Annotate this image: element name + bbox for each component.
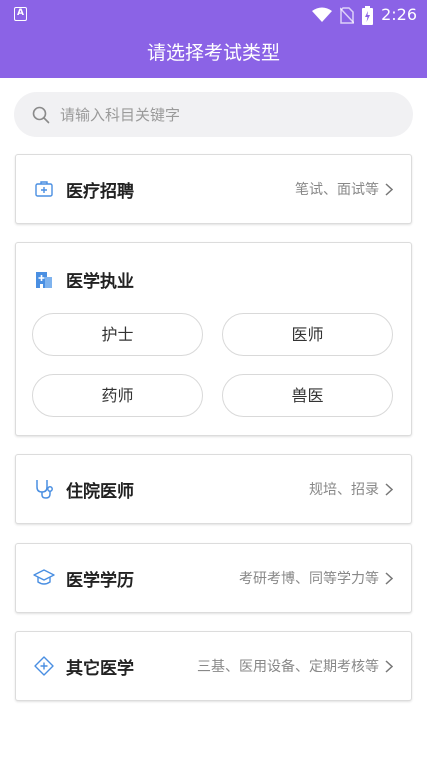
clock: 2:26: [381, 5, 417, 24]
search-icon: [32, 106, 50, 123]
category-medical-practice: 医学执业 护士 医师 药师 兽医: [15, 242, 412, 436]
category-subtitle: 考研考博、同等学力等: [239, 571, 379, 587]
category-subtitle: 三基、医用设备、定期考核等: [197, 659, 379, 675]
medical-diamond-icon: [32, 654, 56, 678]
category-title: 其它医学: [66, 658, 134, 679]
battery-charging-icon: [362, 5, 374, 25]
chevron-right-icon: [385, 571, 397, 585]
status-icons: 2:26: [312, 4, 417, 26]
option-physician-button[interactable]: 医师: [222, 313, 393, 356]
category-subtitle: 笔试、面试等: [295, 182, 379, 198]
category-title: 医学执业: [66, 271, 134, 292]
search-placeholder: 请输入科目关键字: [60, 106, 181, 124]
category-subtitle: 规培、招录: [309, 482, 379, 498]
chevron-right-icon: [385, 659, 397, 673]
category-medical-education[interactable]: 医学学历 考研考博、同等学力等: [15, 543, 412, 613]
option-veterinarian-button[interactable]: 兽医: [222, 374, 393, 417]
practice-options: 护士 医师 药师 兽医: [16, 313, 411, 417]
category-title: 医学学历: [66, 570, 134, 591]
stethoscope-icon: [32, 477, 56, 501]
app-notification-icon: A: [14, 7, 27, 21]
chevron-right-icon: [385, 482, 397, 496]
category-title: 住院医师: [66, 481, 134, 502]
category-other-medical[interactable]: 其它医学 三基、医用设备、定期考核等: [15, 631, 412, 701]
category-resident-physician[interactable]: 住院医师 规培、招录: [15, 454, 412, 524]
search-input[interactable]: 请输入科目关键字: [14, 92, 413, 137]
category-title: 医疗招聘: [66, 181, 134, 202]
option-pharmacist-button[interactable]: 药师: [32, 374, 203, 417]
wifi-icon: [312, 7, 333, 22]
option-nurse-button[interactable]: 护士: [32, 313, 203, 356]
category-medical-recruitment[interactable]: 医疗招聘 笔试、面试等: [15, 154, 412, 224]
chevron-right-icon: [385, 182, 397, 196]
status-bar: A 2:26: [0, 0, 427, 30]
graduation-cap-icon: [32, 566, 56, 590]
page-title: 请选择考试类型: [0, 30, 427, 78]
hospital-icon: [32, 267, 56, 291]
no-sim-icon: [340, 6, 355, 24]
medical-kit-icon: [32, 177, 56, 201]
